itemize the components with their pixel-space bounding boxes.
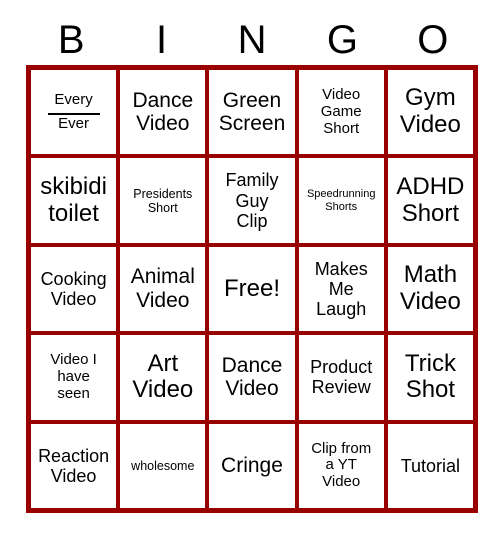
bingo-cell-label: Speedrunning Shorts <box>306 188 376 213</box>
bingo-cell-r1c5[interactable]: Gym Video <box>387 70 473 155</box>
bingo-cell-label: Clip from a YT Video <box>311 439 372 491</box>
bingo-cell-label: Green Screen <box>218 88 286 136</box>
bingo-card: B I N G O Every Ever Dance Video Green Screen… <box>0 0 502 544</box>
bingo-cell-label: Cooking Video <box>40 268 107 309</box>
bingo-cell-r4c5[interactable]: Trick Shot <box>387 335 473 420</box>
bingo-cell-r3c3[interactable]: Free! <box>209 246 295 332</box>
header-letter-g: G <box>326 17 358 62</box>
bingo-cell-r1c2[interactable]: Dance Video <box>120 70 206 155</box>
bingo-cell-label: skibidi toilet <box>40 172 107 227</box>
header-letter-i: I <box>156 17 168 62</box>
bingo-cell-r5c2[interactable]: wholesome <box>120 423 206 508</box>
bingo-cell-r5c4[interactable]: Clip from a YT Video <box>298 423 384 508</box>
bingo-cell-label: Gym Video <box>399 84 461 139</box>
bingo-header-row: B I N G O <box>26 14 478 65</box>
bingo-cell-label: Makes Me Laugh <box>314 258 368 320</box>
bingo-cell-label: Video Ihave seen <box>50 351 97 402</box>
bingo-cell-r3c2[interactable]: Animal Video <box>120 246 206 332</box>
bingo-cell-r3c1[interactable]: Cooking Video <box>31 246 117 332</box>
header-letter-b: B <box>57 17 85 62</box>
bingo-cell-r4c1[interactable]: Video Ihave seen <box>31 335 117 420</box>
bingo-cell-r5c3[interactable]: Cringe <box>209 423 295 508</box>
bingo-cell-label: Cringe <box>221 454 283 478</box>
bingo-cell-label: Every Ever <box>34 92 113 132</box>
bingo-cell-label: Dance Video <box>132 88 194 136</box>
bingo-grid: Every Ever Dance Video Green Screen Video Game S… <box>26 65 478 513</box>
bingo-cell-label: Presidents Short <box>133 186 193 215</box>
bingo-cell-label: Animal Video <box>130 265 195 312</box>
bingo-cell-r1c4[interactable]: Video Game Short <box>298 70 384 155</box>
bingo-cell-r5c1[interactable]: Reaction Video <box>31 423 117 508</box>
bingo-cell-label: Family Guy Clip <box>225 170 279 231</box>
blank-prefix-text: Every <box>54 91 93 109</box>
bingo-cell-label: Trick Shot <box>404 349 456 404</box>
bingo-cell-r1c3[interactable]: Green Screen <box>209 70 295 155</box>
bingo-cell-r5c5[interactable]: Tutorial <box>387 423 473 508</box>
bingo-cell-label: wholesome <box>131 458 195 473</box>
bingo-cell-label: Math Video <box>399 261 461 315</box>
bingo-cell-r1c1[interactable]: Every Ever <box>31 70 117 155</box>
bingo-cell-r2c3[interactable]: Family Guy Clip <box>209 158 295 243</box>
bingo-cell-label: Art Video <box>132 349 194 404</box>
header-letter-n: N <box>237 17 267 62</box>
bingo-cell-r2c1[interactable]: skibidi toilet <box>31 158 117 243</box>
bingo-cell-label: Tutorial <box>400 455 461 476</box>
bingo-cell-r3c5[interactable]: Math Video <box>387 246 473 332</box>
bingo-cell-label: Reaction Video <box>38 445 110 486</box>
bingo-cell-r4c4[interactable]: Product Review <box>298 335 384 420</box>
bingo-cell-label: Free! <box>223 274 280 302</box>
bingo-cell-r4c2[interactable]: Art Video <box>120 335 206 420</box>
bingo-cell-label: ADHD Short <box>396 172 465 227</box>
blank-suffix-text: Ever <box>58 115 90 133</box>
bingo-cell-r2c2[interactable]: Presidents Short <box>120 158 206 243</box>
bingo-cell-r2c5[interactable]: ADHD Short <box>387 158 473 243</box>
bingo-cell-r3c4[interactable]: Makes Me Laugh <box>298 246 384 332</box>
bingo-cell-r2c4[interactable]: Speedrunning Shorts <box>298 158 384 243</box>
header-letter-o: O <box>417 17 449 62</box>
bingo-cell-label: Video Game Short <box>320 86 362 137</box>
bingo-cell-label: Dance Video <box>221 353 283 401</box>
bingo-cell-label: Product Review <box>310 357 373 398</box>
bingo-cell-r4c3[interactable]: Dance Video <box>209 335 295 420</box>
